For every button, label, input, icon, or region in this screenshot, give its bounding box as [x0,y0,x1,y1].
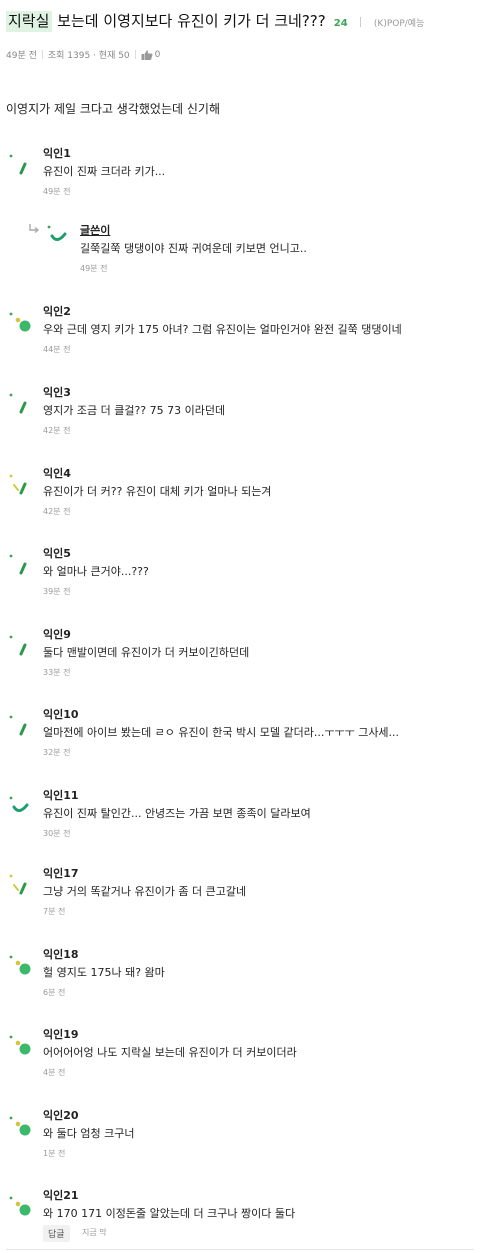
comment-author[interactable]: 익인11 [43,787,79,803]
comment-author[interactable]: 익인19 [43,1026,79,1042]
reply-time: 49분 전 [80,264,108,273]
comment-item: 익인1 유진이 진짜 크더라 키가... 49분 전 [0,145,480,217]
comment-item: 익인20 와 둘다 엄청 크구너 1분 전 [0,1107,480,1179]
title-divider [359,17,361,27]
comment-item: 익인3 영지가 조금 더 클걸?? 75 73 이라던데 42분 전 [0,384,480,456]
reply-arrow-icon [29,224,40,234]
post-likes: 0 [154,49,161,60]
comment-time: 42분 전 [43,507,71,516]
comment-author[interactable]: 익인5 [43,545,71,561]
comment-time: 6분 전 [43,988,66,997]
comment-time: 30분 전 [43,829,71,838]
comment-author[interactable]: 익인20 [43,1107,79,1123]
meta-divider [41,50,43,59]
comment-author[interactable]: 익인10 [43,706,79,722]
comment-text: 유진이 진짜 탈인간... 안녕즈는 가끔 보면 종족이 달라보여 [43,807,311,820]
comment-item: 익인5 와 얼마나 큰거야...??? 39분 전 [0,545,480,617]
green-dots-icon [9,1196,31,1216]
reply-author[interactable]: 글쓴이 [80,222,110,238]
comment-count-badge[interactable]: 24 [334,18,348,29]
comment-time: 49분 전 [43,187,71,196]
comment-time: 44분 전 [43,345,71,354]
comment-author[interactable]: 익인21 [43,1187,79,1203]
comment-text: 우와 근데 영지 키가 175 아녀? 그럼 유진이는 얼마인거야 완전 길쭉 … [43,323,402,336]
comment-author[interactable]: 익인3 [43,384,71,400]
reply-button[interactable]: 답글 [43,1225,70,1242]
teal-curve-icon [9,796,29,812]
post-meta: 49분 전 조회 1395 · 현재 50 0 [6,48,161,62]
meta-divider [134,50,136,59]
comment-item: 익인4 유진이가 더 커?? 유진이 대체 키가 얼마나 되는겨 42분 전 [0,465,480,537]
green-dots-icon [9,1116,31,1136]
comment-item: 익인17 그냥 거의 똑같거나 유진이가 좀 더 큰고갈네 7분 전 [0,865,480,937]
comment-item: 익인19 어어어어엉 나도 지락실 보는데 유진이가 더 커보이더라 4분 전 [0,1026,480,1098]
yellow-green-slash-icon [9,474,27,495]
comment-item: 익인11 유진이 진짜 탈인간... 안녕즈는 가끔 보면 종족이 달라보여 3… [0,787,480,859]
divider [6,1249,474,1250]
teal-curve-icon [47,225,67,241]
post-title-highlight: 지락실 [6,11,53,32]
comment-item: 익인10 얼마전에 아이브 봤는데 ㄹㅇ 유진이 한국 박시 모델 같더라...… [0,706,480,778]
reply-item: 글쓴이 길쭉길쭉 댕댕이야 진짜 귀여운데 키보면 언니고.. 49분 전 [0,222,480,282]
thumbs-up-icon[interactable] [141,49,153,60]
post-title-row: 지락실 보는데 이영지보다 유진이 키가 더 크네??? 24 (K)POP/예… [6,10,476,36]
green-slash-icon [9,635,27,656]
comment-time: 42분 전 [43,426,71,435]
green-dots-icon [9,312,31,332]
comment-author[interactable]: 익인4 [43,465,71,481]
category-link[interactable]: (K)POP/예능 [374,19,424,29]
comment-text: 와 얼마나 큰거야...??? [43,565,149,578]
green-slash-icon [9,554,27,575]
comment-item: 익인9 둘다 맨발이면데 유진이가 더 커보이긴하던데 33분 전 [0,626,480,698]
comment-text: 둘다 맨발이면데 유진이가 더 커보이긴하던데 [43,646,250,659]
post-time: 49분 전 [6,51,37,61]
comment-author[interactable]: 익인9 [43,626,71,642]
green-dots-icon [9,955,31,975]
comment-item: 익인21 와 170 171 이정돈줄 알았는데 더 크구나 짱이다 둘다 답글… [0,1187,480,1253]
comment-time: 지금 막 [82,1228,107,1237]
comment-time: 4분 전 [43,1068,66,1077]
comment-text: 어어어어엉 나도 지락실 보는데 유진이가 더 커보이더라 [43,1046,297,1059]
green-slash-icon [9,393,27,414]
comment-text: 얼마전에 아이브 봤는데 ㄹㅇ 유진이 한국 박시 모델 같더라...ㅜㅜㅜ 그… [43,726,400,739]
reply-text: 길쭉길쭉 댕댕이야 진짜 귀여운데 키보면 언니고.. [80,242,307,255]
comment-text: 유진이 진짜 크더라 키가... [43,165,166,178]
comment-text: 와 둘다 엄청 크구너 [43,1127,135,1140]
comment-author[interactable]: 익인1 [43,145,71,161]
comment-time: 39분 전 [43,587,71,596]
comment-item: 익인18 헐 영지도 175나 돼? 왐마 6분 전 [0,946,480,1018]
post-body: 이영지가 제일 크다고 생각했었는데 신기해 [6,102,220,116]
comment-item: 익인2 우와 근데 영지 키가 175 아녀? 그럼 유진이는 얼마인거야 완전… [0,303,480,375]
comment-text: 그냥 거의 똑같거나 유진이가 좀 더 큰고갈네 [43,885,247,898]
comment-time: 1분 전 [43,1149,66,1158]
post-views: 조회 1395 · 현재 50 [47,51,130,61]
comment-text: 와 170 171 이정돈줄 알았는데 더 크구나 짱이다 둘다 [43,1207,296,1220]
comment-time: 32분 전 [43,748,71,757]
yellow-green-slash-icon [9,874,27,895]
comment-author[interactable]: 익인18 [43,946,79,962]
post-title: 보는데 이영지보다 유진이 키가 더 크네??? [52,12,326,30]
green-slash-icon [9,154,27,175]
green-slash-icon [9,715,27,736]
comment-text: 유진이가 더 커?? 유진이 대체 키가 얼마나 되는겨 [43,485,272,498]
comment-time: 33분 전 [43,668,71,677]
comment-text: 영지가 조금 더 클걸?? 75 73 이라던데 [43,404,226,417]
green-dots-icon [9,1035,31,1055]
comment-author[interactable]: 익인2 [43,303,71,319]
comment-text: 헐 영지도 175나 돼? 왐마 [43,966,165,979]
comment-author[interactable]: 익인17 [43,865,79,881]
comment-time: 7분 전 [43,907,66,916]
